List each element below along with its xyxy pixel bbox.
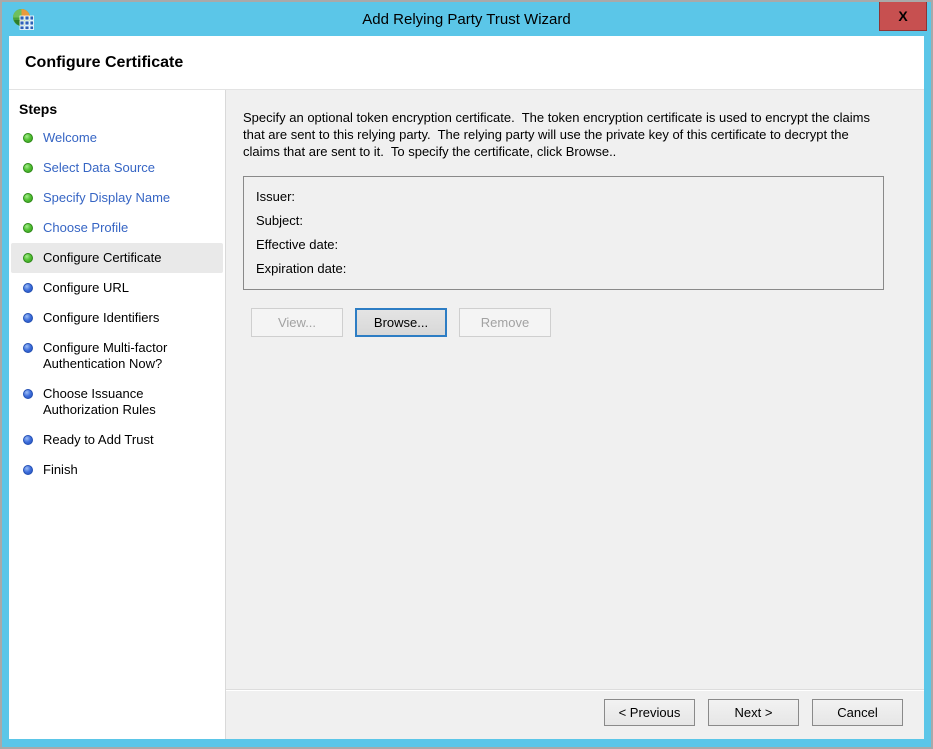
sidebar-item-finish[interactable]: Finish [11, 455, 223, 485]
sidebar-item-configure-multi-factor-authentication-now[interactable]: Configure Multi-factor Authentication No… [11, 333, 223, 379]
steps-sidebar: Steps Welcome Select Data Source Specify D… [9, 90, 226, 739]
step-label: Choose Profile [43, 220, 128, 236]
step-status-bullet-icon [23, 465, 33, 475]
sidebar-item-configure-url[interactable]: Configure URL [11, 273, 223, 303]
certificate-field-row: Effective date: [256, 232, 871, 256]
steps-heading: Steps [9, 97, 225, 123]
certificate-field-label: Issuer: [256, 189, 366, 204]
certificate-actions: View... Browse... Remove [251, 308, 896, 337]
step-label: Finish [43, 462, 78, 478]
certificate-field-label: Effective date: [256, 237, 366, 252]
sidebar-item-choose-profile[interactable]: Choose Profile [11, 213, 223, 243]
sidebar-item-specify-display-name[interactable]: Specify Display Name [11, 183, 223, 213]
step-status-bullet-icon [23, 163, 33, 173]
step-label: Configure Multi-factor Authentication No… [43, 340, 215, 372]
step-label: Configure URL [43, 280, 129, 296]
cancel-button[interactable]: Cancel [812, 699, 903, 726]
step-label: Welcome [43, 130, 97, 146]
step-label: Configure Certificate [43, 250, 162, 266]
step-label: Ready to Add Trust [43, 432, 154, 448]
adfs-wizard-icon [12, 8, 34, 30]
sidebar-item-configure-certificate[interactable]: Configure Certificate [11, 243, 223, 273]
sidebar-item-ready-to-add-trust[interactable]: Ready to Add Trust [11, 425, 223, 455]
previous-button[interactable]: < Previous [604, 699, 695, 726]
step-status-bullet-icon [23, 313, 33, 323]
wizard-window: Add Relying Party Trust Wizard X Configu… [0, 0, 933, 749]
certificate-field-label: Subject: [256, 213, 366, 228]
next-button[interactable]: Next > [708, 699, 799, 726]
sidebar-item-select-data-source[interactable]: Select Data Source [11, 153, 223, 183]
step-label: Specify Display Name [43, 190, 170, 206]
certificate-details-box: Issuer: Subject: Effective date: Expiration… [243, 176, 884, 290]
step-label: Choose Issuance Authorization Rules [43, 386, 215, 418]
view-button: View... [251, 308, 343, 337]
certificate-field-row: Subject: [256, 208, 871, 232]
sidebar-item-welcome[interactable]: Welcome [11, 123, 223, 153]
window-title: Add Relying Party Trust Wizard [2, 11, 931, 28]
main-inner: Specify an optional token encryption cer… [226, 90, 924, 337]
steps-list: Welcome Select Data Source Specify Display… [9, 123, 225, 485]
page-description: Specify an optional token encryption cer… [243, 109, 888, 160]
step-status-bullet-icon [23, 253, 33, 263]
content-area: Steps Welcome Select Data Source Specify D… [9, 90, 924, 739]
step-status-bullet-icon [23, 193, 33, 203]
main-spacer [226, 337, 924, 689]
step-status-bullet-icon [23, 435, 33, 445]
remove-button: Remove [459, 308, 551, 337]
titlebar: Add Relying Party Trust Wizard X [2, 2, 931, 36]
certificate-field-row: Expiration date: [256, 256, 871, 280]
step-label: Configure Identifiers [43, 310, 159, 326]
step-status-bullet-icon [23, 389, 33, 399]
sidebar-item-configure-identifiers[interactable]: Configure Identifiers [11, 303, 223, 333]
main-panel: Specify an optional token encryption cer… [226, 90, 924, 739]
window-body: Configure Certificate Steps Welcome Selec… [9, 36, 924, 739]
step-status-bullet-icon [23, 133, 33, 143]
step-label: Select Data Source [43, 160, 155, 176]
page-header: Configure Certificate [9, 36, 924, 90]
certificate-field-row: Issuer: [256, 184, 871, 208]
certificate-field-label: Expiration date: [256, 261, 366, 276]
sidebar-item-choose-issuance-authorization-rules[interactable]: Choose Issuance Authorization Rules [11, 379, 223, 425]
step-status-bullet-icon [23, 223, 33, 233]
browse-button[interactable]: Browse... [355, 308, 447, 337]
step-status-bullet-icon [23, 283, 33, 293]
page-title: Configure Certificate [25, 54, 183, 72]
step-status-bullet-icon [23, 343, 33, 353]
wizard-navigation: < Previous Next > Cancel [226, 689, 924, 739]
close-icon[interactable]: X [879, 2, 927, 31]
